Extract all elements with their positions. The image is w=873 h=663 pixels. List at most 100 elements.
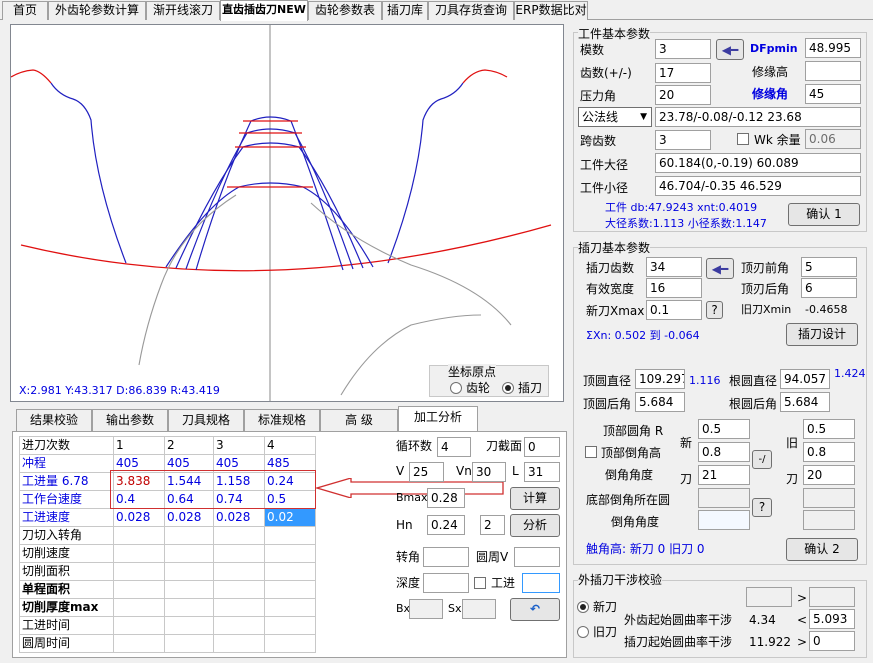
- cutter-design-button[interactable]: 插刀设计: [786, 323, 858, 346]
- table-cell[interactable]: [164, 580, 214, 599]
- tip-back-input[interactable]: 5.684: [635, 392, 685, 412]
- normal-select[interactable]: 公法线 ▼: [578, 107, 652, 127]
- confirm-2-button[interactable]: 确认 2: [786, 538, 858, 561]
- sx-input[interactable]: [462, 599, 496, 619]
- dfpmin-input[interactable]: 48.995: [805, 38, 861, 58]
- table-cell[interactable]: [264, 634, 316, 653]
- tip-r-old-input[interactable]: 0.5: [803, 419, 855, 439]
- copy-values-button[interactable]: -/: [752, 450, 772, 469]
- origin-cutter-radio[interactable]: [502, 382, 514, 394]
- table-cell[interactable]: [113, 616, 165, 635]
- feed-checkbox[interactable]: [474, 577, 486, 589]
- bottom-chamfer-new-input[interactable]: [698, 488, 750, 508]
- cutter-teeth-input[interactable]: 34: [646, 257, 702, 277]
- table-cell-selected[interactable]: 0.02: [264, 508, 316, 527]
- table-cell[interactable]: [213, 580, 265, 599]
- span-input[interactable]: 3: [655, 130, 711, 150]
- circ-speed-input[interactable]: [514, 547, 560, 567]
- table-cell[interactable]: [113, 544, 165, 563]
- table-cell[interactable]: [264, 598, 316, 617]
- table-cell[interactable]: [213, 616, 265, 635]
- tab-external-gear[interactable]: 外齿轮参数计算: [48, 1, 146, 20]
- tab-home[interactable]: 首页: [2, 1, 48, 20]
- arrow-left-icon[interactable]: ◀━: [716, 39, 744, 60]
- table-cell[interactable]: [113, 598, 165, 617]
- tab-erp-compare[interactable]: ERP数据比对: [514, 1, 588, 20]
- table-cell[interactable]: [164, 616, 214, 635]
- hn-index-input[interactable]: 2: [480, 515, 505, 535]
- ext-interference-result[interactable]: 5.093: [809, 609, 855, 629]
- width-input[interactable]: 16: [646, 278, 702, 298]
- relief-input[interactable]: 6: [801, 278, 857, 298]
- interference-top-result[interactable]: [809, 587, 855, 607]
- feed-input[interactable]: [522, 573, 560, 593]
- depth-input[interactable]: [423, 573, 469, 593]
- tab-tool-spec[interactable]: 刀具规格: [168, 409, 244, 431]
- table-cell[interactable]: [113, 562, 165, 581]
- table-cell[interactable]: [213, 526, 265, 545]
- tip-chamfer-new-input[interactable]: 0.8: [698, 442, 750, 462]
- table-cell[interactable]: [113, 580, 165, 599]
- tab-cutter-library[interactable]: 插刀库: [382, 1, 428, 20]
- old-cutter-radio[interactable]: [577, 626, 589, 638]
- tip-dia-input[interactable]: 109.297: [635, 369, 685, 389]
- profile-canvas[interactable]: X:2.981 Y:43.317 D:86.839 R:43.419 坐标原点 …: [10, 24, 564, 402]
- tab-advanced[interactable]: 高 级: [320, 409, 398, 431]
- chamfer-angle-new-input[interactable]: 21: [698, 465, 750, 485]
- calculate-button[interactable]: 计算: [510, 487, 560, 510]
- tab-result-check[interactable]: 结果校验: [16, 409, 92, 431]
- table-cell[interactable]: [264, 580, 316, 599]
- wk-checkbox[interactable]: [737, 133, 749, 145]
- cut-interference-result[interactable]: 0: [809, 631, 855, 651]
- table-cell[interactable]: 0.028: [113, 508, 165, 527]
- l-input[interactable]: 31: [524, 462, 560, 482]
- angle-input[interactable]: [423, 547, 469, 567]
- tab-output-params[interactable]: 输出参数: [92, 409, 168, 431]
- tab-standard-spec[interactable]: 标准规格: [244, 409, 320, 431]
- table-cell[interactable]: [213, 598, 265, 617]
- mod-height-input[interactable]: [805, 61, 861, 81]
- help-button[interactable]: ?: [752, 498, 772, 517]
- help-button[interactable]: ?: [706, 301, 723, 319]
- chamfer-angle-old-input[interactable]: 20: [803, 465, 855, 485]
- tab-involute-hob[interactable]: 渐开线滚刀: [146, 1, 220, 20]
- table-cell[interactable]: [113, 526, 165, 545]
- table-cell[interactable]: [213, 634, 265, 653]
- table-cell[interactable]: [213, 544, 265, 563]
- v-input[interactable]: 25: [409, 462, 444, 482]
- bmax-input[interactable]: 0.28: [427, 488, 465, 508]
- pressure-input[interactable]: 20: [655, 85, 711, 105]
- xmax-input[interactable]: 0.1: [646, 300, 702, 320]
- bottom-angle-old-input[interactable]: [803, 510, 855, 530]
- table-cell[interactable]: [164, 562, 214, 581]
- table-cell[interactable]: [113, 634, 165, 653]
- rake-input[interactable]: 5: [801, 257, 857, 277]
- root-dia-input[interactable]: 94.057: [780, 369, 830, 389]
- table-cell[interactable]: [164, 634, 214, 653]
- tab-gear-params[interactable]: 齿轮参数表: [308, 1, 382, 20]
- module-input[interactable]: 3: [655, 39, 711, 59]
- new-cutter-radio[interactable]: [577, 601, 589, 613]
- tab-machining-analysis[interactable]: 加工分析: [398, 406, 478, 432]
- confirm-1-button[interactable]: 确认 1: [788, 203, 860, 226]
- tip-r-new-input[interactable]: 0.5: [698, 419, 750, 439]
- tip-chamfer-checkbox[interactable]: [585, 446, 597, 458]
- teeth-input[interactable]: 17: [655, 63, 711, 83]
- table-cell[interactable]: 0.028: [164, 508, 214, 527]
- hn-input[interactable]: 0.24: [427, 515, 465, 535]
- tab-spur-shaper-new[interactable]: 直齿插齿刀NEW: [220, 0, 308, 21]
- od-input[interactable]: 60.184(0,-0.19) 60.089: [655, 153, 861, 173]
- table-cell[interactable]: [264, 562, 316, 581]
- bottom-angle-new-input[interactable]: [698, 510, 750, 530]
- arrow-left-icon[interactable]: ◀━: [706, 258, 734, 279]
- section-input[interactable]: 0: [524, 437, 560, 457]
- table-cell[interactable]: 0.028: [213, 508, 265, 527]
- id-input[interactable]: 46.704/-0.35 46.529: [655, 176, 861, 196]
- normal-value-input[interactable]: 23.78/-0.08/-0.12 23.68: [655, 107, 861, 127]
- vn-input[interactable]: 30: [472, 462, 506, 482]
- mod-angle-input[interactable]: 45: [805, 84, 861, 104]
- bottom-chamfer-old-input[interactable]: [803, 488, 855, 508]
- refresh-icon[interactable]: ↶: [510, 598, 560, 621]
- interference-top-input[interactable]: [746, 587, 792, 607]
- origin-gear-radio[interactable]: [450, 382, 462, 394]
